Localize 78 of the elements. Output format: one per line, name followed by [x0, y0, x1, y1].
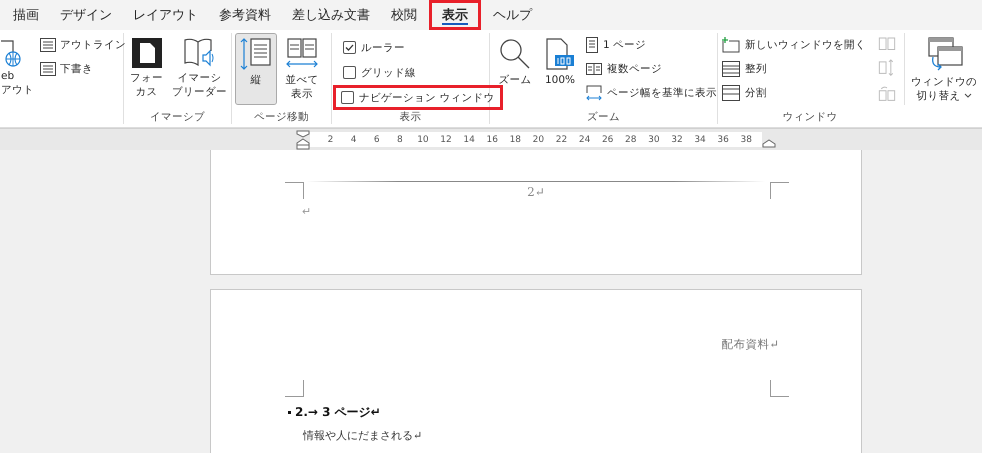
ribbon-tab[interactable]: 差し込み文書	[283, 0, 379, 30]
vertical-pages-icon	[240, 37, 272, 71]
caret-icon	[964, 93, 972, 100]
ribbon-tab[interactable]: 校閲	[382, 0, 426, 30]
ruler-number: 10	[416, 134, 430, 144]
ruler-number: 12	[439, 134, 453, 144]
zoom-option-button[interactable]: 1 ページ	[583, 33, 720, 57]
ruler-number: 30	[647, 134, 661, 144]
zoom-option-button[interactable]: 複数ページ	[583, 57, 720, 81]
crop-mark	[285, 182, 304, 199]
immersive-button[interactable]: イマーシ ブリーダー	[169, 33, 230, 103]
group-label: ズーム	[586, 110, 621, 124]
ribbon-tab[interactable]: ヘルプ	[484, 0, 541, 30]
ribbon-tab[interactable]: デザイン	[51, 0, 121, 30]
checkbox-option[interactable]: ナビゲーション ウィンドウ	[333, 85, 504, 110]
ruler-number: 38	[740, 134, 753, 144]
ruler-number: 26	[600, 134, 614, 144]
list-icon	[40, 62, 56, 76]
zoom-option-button[interactable]: ページ幅を基準に表示	[583, 81, 720, 105]
group-label: ウィンドウ	[782, 110, 838, 124]
group-label: 表示	[398, 110, 422, 124]
group-label: イマーシブ	[149, 110, 206, 124]
page-width-icon	[586, 85, 602, 101]
page-zoom-icon	[545, 37, 576, 71]
header-text: 配布資料↵	[721, 337, 780, 352]
ruler-number: 16	[485, 134, 499, 144]
crop-mark	[770, 380, 789, 397]
ribbon-tab[interactable]: 参考資料	[210, 0, 280, 30]
multiple-pages-icon	[586, 63, 602, 75]
ruler-number: 6	[372, 134, 381, 144]
ruler-number: 4	[350, 134, 358, 144]
list-icon	[40, 38, 56, 52]
single-page-icon	[586, 37, 598, 53]
book-speaker-icon	[182, 37, 216, 69]
switch-windows-button[interactable]: ウィンドウの 切り替え	[906, 33, 982, 107]
crop-mark	[770, 182, 789, 199]
page-movement-button[interactable]: 並べて 表示	[280, 33, 324, 105]
search-icon	[498, 37, 532, 71]
web-layout-button[interactable]: eb アウト	[0, 33, 37, 101]
view-button[interactable]: 下書き	[37, 57, 129, 81]
group-label: ページ移動	[253, 110, 310, 124]
checkbox-option[interactable]: ルーラー	[335, 35, 414, 60]
heading-text: 2.→ 3 ページ↵	[288, 404, 381, 421]
right-indent-icon[interactable]	[762, 139, 776, 148]
focus-icon	[130, 37, 162, 69]
indent-marker-icon[interactable]	[296, 130, 310, 150]
checkbox-option[interactable]: グリッド線	[335, 60, 425, 85]
checkbox[interactable]	[343, 66, 356, 79]
ruler-number: 24	[578, 134, 592, 144]
window-option-button[interactable]: 新しいウィンドウを開く	[719, 33, 869, 57]
ribbon-tab[interactable]: レイアウト	[124, 0, 207, 30]
window-option-button[interactable]: 整列	[719, 57, 869, 81]
arrange-windows-icon	[722, 61, 740, 77]
ruler-number: 2	[326, 134, 334, 144]
ruler-number: 8	[396, 134, 404, 144]
crop-mark	[285, 380, 304, 397]
checkbox[interactable]	[341, 91, 354, 104]
body-text: 情報や人にだまされる↵	[303, 429, 422, 443]
view-button[interactable]: アウトライン	[37, 33, 129, 57]
paragraph-mark: ↵	[302, 205, 312, 218]
zoom-button[interactable]: 100%	[540, 33, 580, 91]
ruler-number: 36	[716, 134, 730, 144]
ruler-number: 22	[554, 134, 568, 144]
split-window-icon	[722, 85, 740, 101]
ruler-number: 32	[670, 134, 684, 144]
new-window-icon	[722, 37, 740, 53]
ribbon-tab[interactable]: 表示	[429, 0, 481, 30]
immersive-button[interactable]: フォー カス	[127, 33, 166, 103]
ribbon-tab[interactable]: 描画	[4, 0, 48, 30]
ruler-number: 34	[693, 134, 707, 144]
ruler-number: 20	[532, 134, 546, 144]
page-movement-button[interactable]: 縦	[235, 33, 277, 105]
ruler-number: 18	[508, 134, 522, 144]
ruler-number: 14	[462, 134, 476, 144]
ruler-number: 28	[624, 134, 638, 144]
window-option-button[interactable]: 分割	[719, 81, 869, 105]
page-number: 2↵	[527, 185, 545, 199]
checkbox[interactable]	[343, 41, 356, 54]
